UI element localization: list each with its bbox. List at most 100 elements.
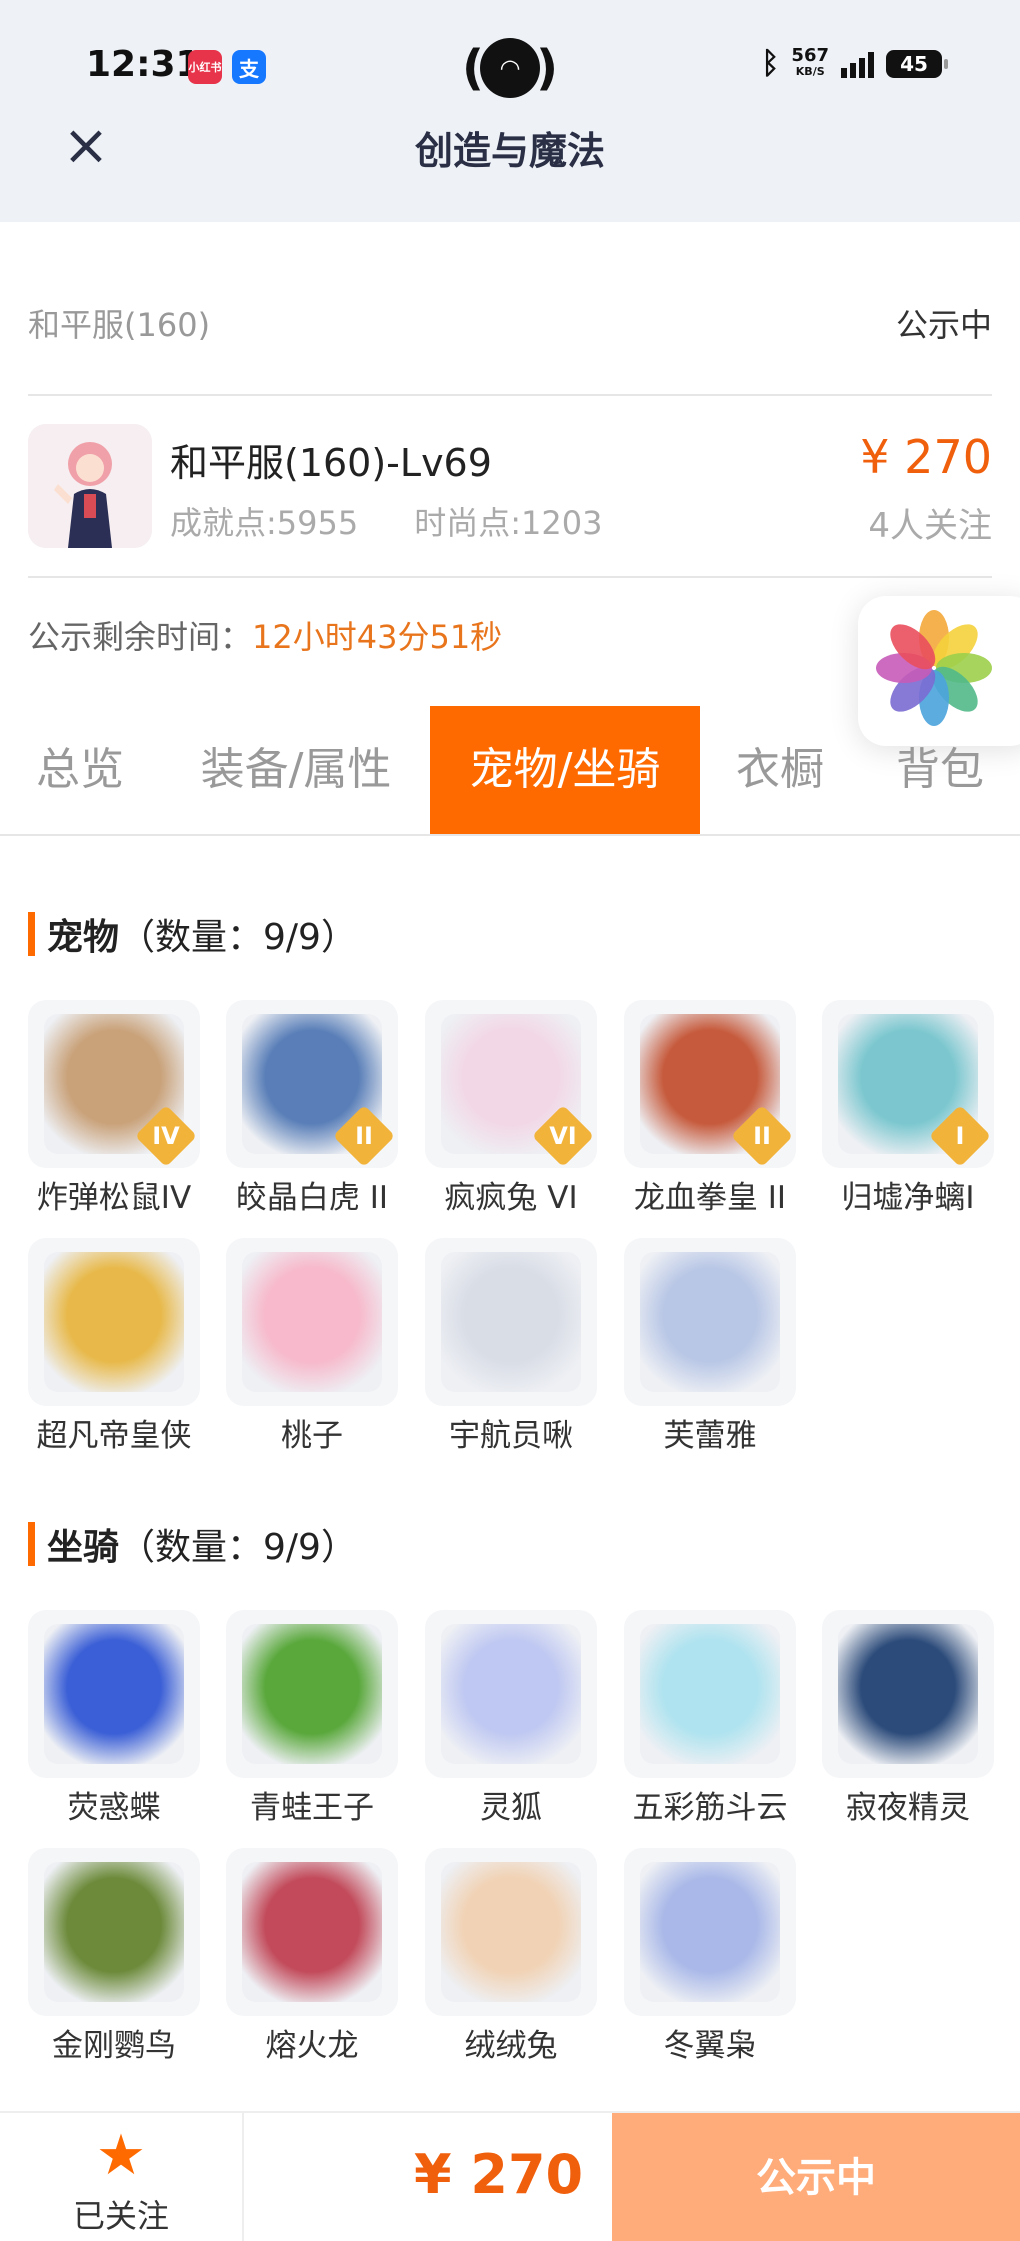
- role-price: ¥ 270: [860, 430, 992, 484]
- item-art: [640, 1624, 780, 1764]
- listing-status: 公示中: [895, 306, 992, 344]
- item-thumbnail: [425, 1848, 597, 2016]
- item-name: 五彩筋斗云: [632, 1790, 788, 1826]
- item-thumbnail: II: [624, 1000, 796, 1168]
- grid-item[interactable]: 熔火龙: [226, 1848, 398, 2065]
- follow-button[interactable]: ★ 已关注: [0, 2113, 244, 2241]
- item-thumbnail: [624, 1610, 796, 1778]
- follower-count: 4人关注: [868, 506, 992, 546]
- status-time: 12:31: [86, 44, 201, 85]
- grid-item[interactable]: 金刚鹦鸟: [28, 1848, 200, 2065]
- server-name: 和平服(160): [28, 306, 211, 344]
- item-art: [640, 1252, 780, 1392]
- item-thumbnail: II: [226, 1000, 398, 1168]
- item-thumbnail: [28, 1610, 200, 1778]
- rank-badge: IV: [134, 1104, 198, 1168]
- page-title: 创造与魔法: [414, 129, 605, 173]
- grid-item[interactable]: 五彩筋斗云: [624, 1610, 796, 1827]
- role-avatar: [28, 424, 152, 548]
- tab-equipment[interactable]: 装备/属性: [172, 706, 420, 834]
- grid-item[interactable]: 桃子: [226, 1238, 398, 1455]
- follow-label: 已关注: [72, 2197, 169, 2235]
- item-name: 青蛙王子: [250, 1790, 374, 1826]
- item-art: [441, 1862, 581, 2002]
- system-icons: ᛒ 567 KB/S 45: [761, 44, 948, 81]
- item-art: [441, 1252, 581, 1392]
- item-art: [441, 1624, 581, 1764]
- item-art: [44, 1252, 184, 1392]
- item-thumbnail: [624, 1238, 796, 1406]
- item-name: 炸弹松鼠IV: [36, 1180, 192, 1216]
- item-name: 皎晶白虎 II: [235, 1180, 389, 1216]
- grid-item[interactable]: 宇航员啾: [425, 1238, 597, 1455]
- item-name: 冬翼枭: [663, 2028, 757, 2064]
- battery-icon: 45: [886, 49, 948, 78]
- xiaohongshu-icon: 小红书: [188, 50, 222, 84]
- item-thumbnail: [226, 1238, 398, 1406]
- signal-icon: [841, 50, 874, 78]
- grid-item[interactable]: 芙蕾雅: [624, 1238, 796, 1455]
- item-name: 超凡帝皇侠: [36, 1418, 192, 1454]
- item-name: 寂夜精灵: [846, 1790, 970, 1826]
- grid-item[interactable]: 超凡帝皇侠: [28, 1238, 200, 1455]
- rank-badge: II: [730, 1104, 794, 1168]
- grid-item[interactable]: II 皎晶白虎 II: [226, 1000, 398, 1217]
- grid-item[interactable]: IV 炸弹松鼠IV: [28, 1000, 200, 1217]
- rank-badge: VI: [531, 1104, 595, 1168]
- tab-pets-mounts[interactable]: 宠物/坐骑: [430, 706, 700, 834]
- item-name: 荧惑蝶: [67, 1790, 161, 1826]
- grid-item[interactable]: 青蛙王子: [226, 1610, 398, 1827]
- item-name: 灵狐: [480, 1790, 542, 1826]
- item-thumbnail: [28, 1848, 200, 2016]
- tab-wardrobe[interactable]: 衣橱: [712, 706, 848, 834]
- item-art: [44, 1624, 184, 1764]
- grid-item[interactable]: I 归墟净螭I: [822, 1000, 994, 1217]
- item-thumbnail: VI: [425, 1000, 597, 1168]
- item-name: 桃子: [281, 1418, 343, 1454]
- detail-tabs: 总览 装备/属性 宠物/坐骑 衣橱 背包: [0, 706, 1020, 836]
- item-thumbnail: [226, 1848, 398, 2016]
- item-art: [242, 1624, 382, 1764]
- item-thumbnail: [28, 1238, 200, 1406]
- divider: [28, 576, 992, 578]
- grid-item[interactable]: II 龙血拳皇 II: [624, 1000, 796, 1217]
- top-bar: 12:31 小红书 支 ( ◠ ) ᛒ 567 KB/S 45 × 创造与魔法: [0, 0, 1020, 222]
- network-speed: 567 KB/S: [791, 44, 829, 78]
- rank-badge: I: [928, 1104, 992, 1168]
- rank-badge: II: [332, 1104, 396, 1168]
- item-name: 绒绒兔: [464, 2028, 558, 2064]
- item-thumbnail: [425, 1610, 597, 1778]
- item-name: 熔火龙: [265, 2028, 359, 2064]
- tab-backpack[interactable]: 背包: [870, 706, 1010, 834]
- item-art: [242, 1252, 382, 1392]
- mounts-section-title: 坐骑 （数量：9/9）: [28, 1518, 357, 1570]
- alipay-icon: 支: [232, 50, 266, 84]
- item-name: 龙血拳皇 II: [633, 1180, 787, 1216]
- bottom-price: ¥ 270: [414, 2143, 584, 2206]
- grid-item[interactable]: 灵狐: [425, 1610, 597, 1827]
- grid-item[interactable]: 荧惑蝶: [28, 1610, 200, 1827]
- item-thumbnail: [425, 1238, 597, 1406]
- role-name: 和平服(160)-Lv69: [170, 441, 492, 485]
- grid-item[interactable]: 绒绒兔: [425, 1848, 597, 2065]
- item-thumbnail: IV: [28, 1000, 200, 1168]
- item-art: [838, 1624, 978, 1764]
- grid-item[interactable]: 冬翼枭: [624, 1848, 796, 2065]
- item-name: 金刚鹦鸟: [52, 2028, 176, 2064]
- remaining-time: 公示剩余时间：12小时43分51秒: [28, 618, 503, 656]
- remaining-time-value: 12小时43分51秒: [252, 618, 503, 656]
- dynamic-island-icon: ( ◠ ): [462, 38, 558, 98]
- item-art: [640, 1862, 780, 2002]
- item-art: [242, 1862, 382, 2002]
- item-name: 归墟净螭I: [841, 1180, 975, 1216]
- achievement-points: 成就点:5955: [170, 504, 359, 542]
- fashion-points: 时尚点:1203: [414, 504, 603, 542]
- pets-section-title: 宠物 （数量：9/9）: [28, 908, 357, 960]
- tab-overview[interactable]: 总览: [0, 706, 160, 834]
- item-thumbnail: [226, 1610, 398, 1778]
- bottom-bar: ★ 已关注 ¥ 270 公示中: [0, 2111, 1020, 2241]
- item-art: [44, 1862, 184, 2002]
- grid-item[interactable]: VI 疯疯兔 VI: [425, 1000, 597, 1217]
- grid-item[interactable]: 寂夜精灵: [822, 1610, 994, 1827]
- status-button[interactable]: 公示中: [612, 2113, 1020, 2241]
